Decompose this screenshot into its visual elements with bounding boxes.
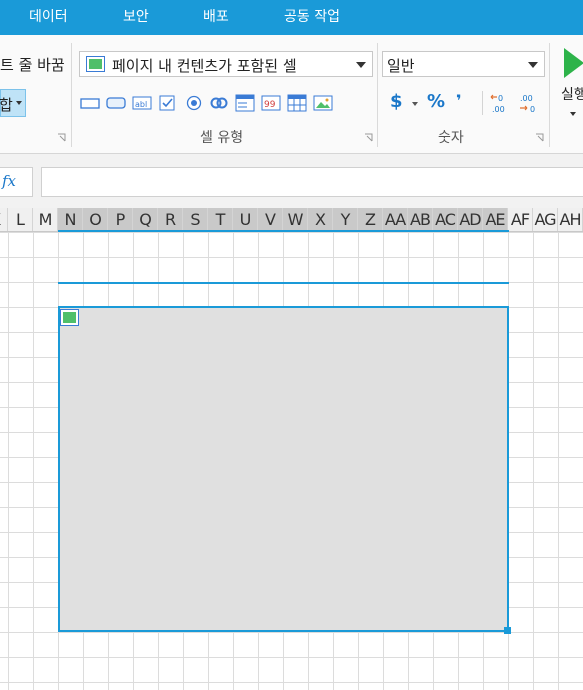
group-separator xyxy=(549,43,550,147)
merge-cells-button[interactable]: 합 xyxy=(0,89,26,117)
cell-type-value: 페이지 내 컨텐츠가 포함된 셀 xyxy=(112,57,297,75)
decrease-decimal-icon[interactable]: .00 0 xyxy=(517,92,541,114)
cell-type-dropdown[interactable]: 페이지 내 컨텐츠가 포함된 셀 xyxy=(79,51,373,77)
ribbon-tab-strip: 데이터 보안 배포 공동 작업 xyxy=(0,0,583,35)
page-content-cell-icon xyxy=(60,309,79,326)
svg-text:99: 99 xyxy=(264,100,276,110)
table-celltype-icon[interactable] xyxy=(287,94,307,112)
increase-decimal-icon[interactable]: 0 .00 xyxy=(489,92,513,114)
checkbox-celltype-icon[interactable] xyxy=(158,94,178,112)
column-header[interactable]: AF xyxy=(508,208,533,231)
column-header[interactable]: AB xyxy=(408,208,433,231)
dialog-launcher-icon[interactable] xyxy=(57,133,66,142)
currency-format-button[interactable]: $ xyxy=(388,91,422,115)
play-icon xyxy=(564,48,583,78)
number-format-value: 일반 xyxy=(387,57,415,75)
group-separator xyxy=(71,43,72,147)
comma-format-button[interactable]: ❜ xyxy=(456,91,462,110)
run-button[interactable]: 실행 xyxy=(558,45,583,125)
currency-icon: $ xyxy=(390,91,403,112)
column-header[interactable]: M xyxy=(33,208,58,231)
dropdown-arrow-icon xyxy=(528,62,538,68)
tab-deploy[interactable]: 배포 xyxy=(203,0,229,35)
dropdown-arrow-icon xyxy=(356,62,366,68)
column-header[interactable]: Z xyxy=(358,208,383,231)
tab-collaboration[interactable]: 공동 작업 xyxy=(284,0,340,35)
chevron-down-icon xyxy=(412,102,418,106)
combobox-celltype-icon[interactable] xyxy=(235,94,255,112)
column-header[interactable]: Q xyxy=(133,208,158,231)
column-header[interactable]: AE xyxy=(483,208,508,231)
group-separator xyxy=(377,43,378,147)
column-header[interactable]: L xyxy=(8,208,33,231)
insert-function-button[interactable]: fx xyxy=(0,167,33,197)
column-header[interactable]: T xyxy=(208,208,233,231)
percent-format-button[interactable]: % xyxy=(427,91,445,112)
column-header[interactable]: O xyxy=(83,208,108,231)
column-header[interactable]: AC xyxy=(433,208,458,231)
number-format-dropdown[interactable]: 일반 xyxy=(382,51,545,77)
chevron-down-icon xyxy=(16,101,22,105)
column-header[interactable]: AA xyxy=(383,208,408,231)
svg-text:0: 0 xyxy=(498,94,503,103)
column-header[interactable]: S xyxy=(183,208,208,231)
svg-text:abl: abl xyxy=(135,100,147,109)
image-celltype-icon[interactable] xyxy=(313,94,333,112)
svg-text:0: 0 xyxy=(530,105,535,114)
textbox-celltype-icon[interactable] xyxy=(80,94,100,112)
column-header[interactable]: P xyxy=(108,208,133,231)
tab-security[interactable]: 보안 xyxy=(123,0,149,35)
column-header[interactable]: V xyxy=(258,208,283,231)
svg-text:.00: .00 xyxy=(520,94,533,103)
dialog-launcher-icon[interactable] xyxy=(364,133,373,142)
column-header[interactable]: K xyxy=(0,208,8,231)
column-header[interactable]: U xyxy=(233,208,258,231)
number-group-title: 숫자 xyxy=(438,130,464,146)
run-label: 실행 xyxy=(561,87,583,103)
cell-type-group-title: 셀 유형 xyxy=(200,130,244,146)
page-content-cell[interactable] xyxy=(58,306,509,632)
formula-input[interactable] xyxy=(41,167,583,197)
tab-data[interactable]: 데이터 xyxy=(29,0,68,35)
svg-text:.00: .00 xyxy=(492,105,505,114)
ribbon: 트 줄 바꿈 합 페이지 내 컨텐츠가 포함된 셀 abl 99 셀 유형 일반… xyxy=(0,35,583,154)
radio-celltype-icon[interactable] xyxy=(184,94,204,112)
column-header[interactable]: Y xyxy=(333,208,358,231)
formula-bar: fx xyxy=(0,154,583,208)
cell-type-icon xyxy=(86,56,105,72)
button-celltype-icon[interactable] xyxy=(106,94,126,112)
column-header[interactable]: AD xyxy=(458,208,483,231)
selection-top-edge xyxy=(58,282,509,306)
dialog-launcher-icon[interactable] xyxy=(535,133,544,142)
column-header[interactable]: X xyxy=(308,208,333,231)
number-separator xyxy=(482,91,483,115)
merge-cells-label: 합 xyxy=(0,96,13,114)
resize-handle[interactable] xyxy=(504,627,511,634)
column-header[interactable]: R xyxy=(158,208,183,231)
number-celltype-icon[interactable]: 99 xyxy=(261,94,281,112)
column-header[interactable]: AH xyxy=(558,208,583,231)
label-celltype-icon[interactable]: abl xyxy=(132,94,152,112)
hyperlink-celltype-icon[interactable] xyxy=(209,94,229,112)
wrap-text-button[interactable]: 트 줄 바꿈 xyxy=(0,54,65,75)
chevron-down-icon xyxy=(570,112,576,116)
column-header-row: K L M N O P Q R S T U V W X Y Z AA AB AC… xyxy=(0,208,583,232)
column-header[interactable]: W xyxy=(283,208,308,231)
column-header[interactable]: N xyxy=(58,208,83,231)
fx-icon: fx xyxy=(2,172,17,190)
column-header[interactable]: AG xyxy=(533,208,558,231)
